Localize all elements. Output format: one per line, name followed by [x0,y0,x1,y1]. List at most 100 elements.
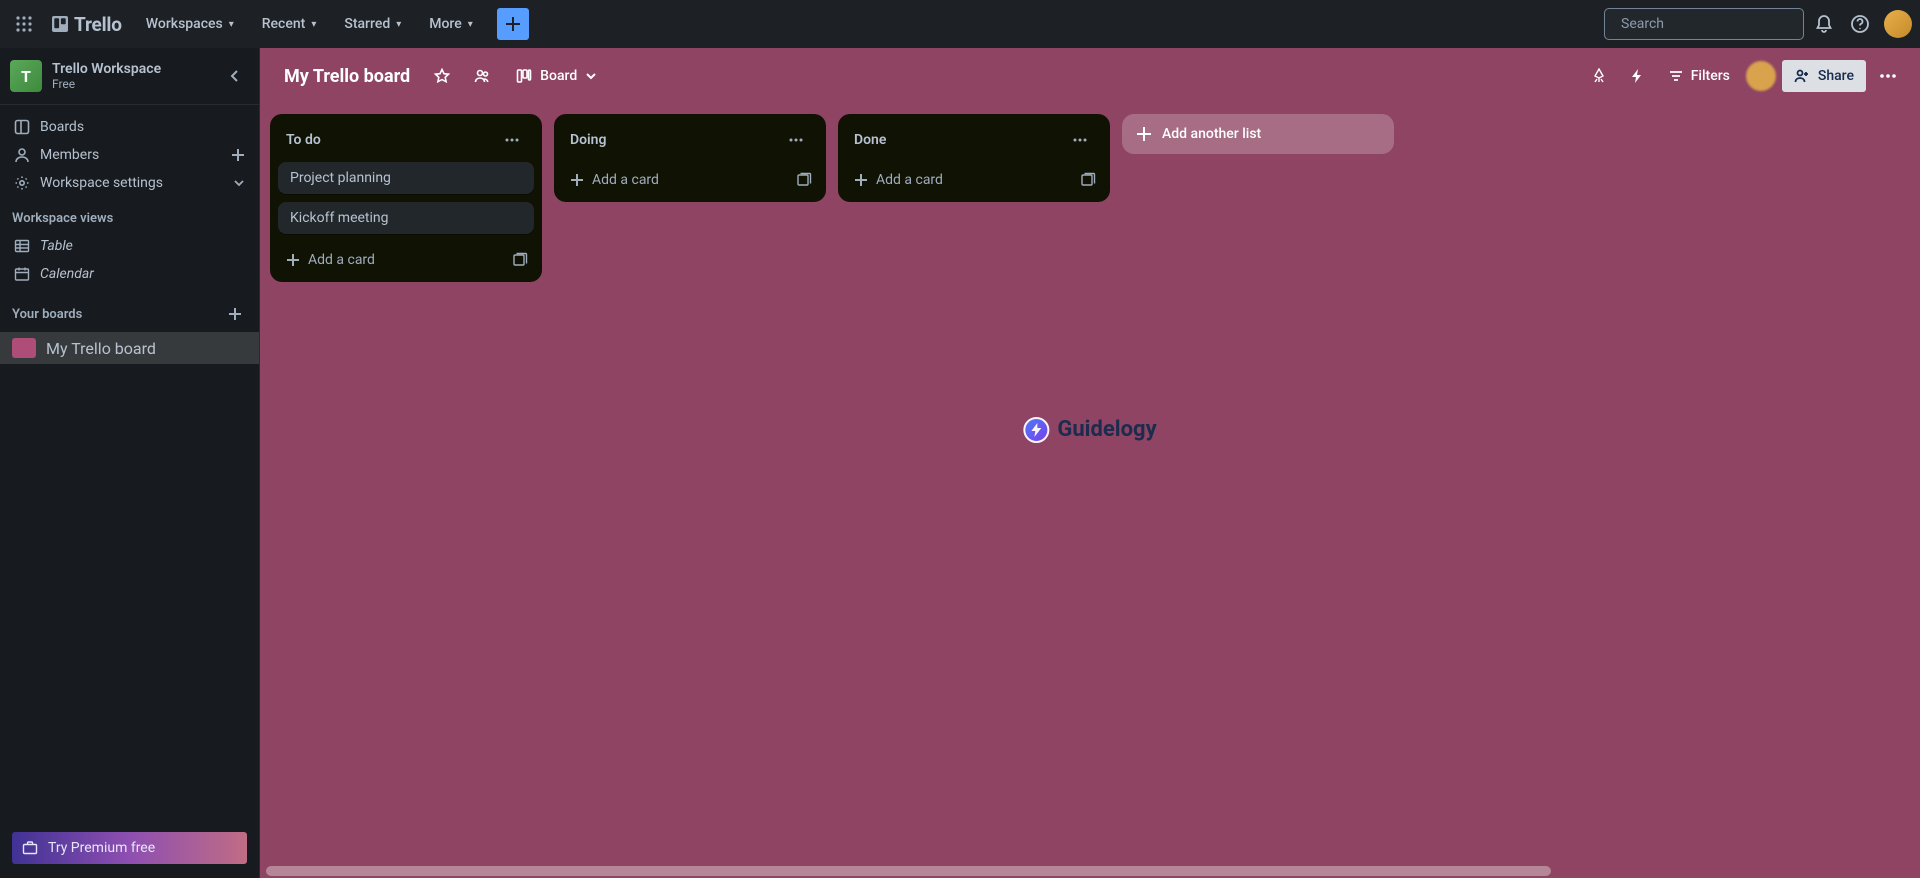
list-menu-button[interactable] [1066,126,1094,154]
settings-chevron [233,177,245,189]
lists-container[interactable]: To do Project planning Kickoff meeting A… [260,104,1920,878]
add-card-label: Add a card [876,172,943,188]
filters-label: Filters [1691,68,1730,84]
star-board-button[interactable] [426,60,458,92]
scrollbar-thumb[interactable] [266,866,1551,876]
premium-label: Try Premium free [48,840,155,856]
list-menu-button[interactable] [782,126,810,154]
add-card-row: Add a card [562,162,818,194]
add-card-button[interactable]: Add a card [278,246,502,274]
create-button[interactable] [497,8,529,40]
board-menu-button[interactable] [1872,60,1904,92]
user-plus-icon [1794,68,1810,84]
starred-menu[interactable]: Starred ▾ [332,8,413,40]
try-premium-button[interactable]: Try Premium free [12,832,247,864]
filters-button[interactable]: Filters [1659,60,1740,92]
dots-horizontal-icon [504,132,520,148]
plus-icon [570,173,584,187]
plus-icon [231,148,245,162]
card-template-button[interactable] [790,166,818,194]
add-card-label: Add a card [592,172,659,188]
board-title[interactable]: My Trello board [276,66,418,87]
dots-horizontal-icon [788,132,804,148]
view-label: Board [540,68,577,84]
share-button[interactable]: Share [1782,60,1866,92]
power-ups-button[interactable] [1583,60,1615,92]
sidebar-board-label: My Trello board [46,339,156,358]
template-icon [796,172,812,188]
trello-logo-text: Trello [74,13,122,36]
sidebar-item-boards[interactable]: Boards [2,113,257,141]
board-header: My Trello board Board [260,48,1920,104]
list-title[interactable]: To do [286,132,498,148]
workspaces-menu[interactable]: Workspaces ▾ [134,8,246,40]
add-list-column: Add another list [1122,114,1394,154]
sidebar-item-calendar[interactable]: Calendar [2,260,257,288]
calendar-icon [14,266,30,282]
collapse-sidebar-button[interactable] [221,62,249,90]
sidebar-board-item[interactable]: My Trello board [0,332,259,364]
plus-icon [505,16,521,32]
bell-icon [1814,14,1834,34]
template-icon [512,252,528,268]
card[interactable]: Kickoff meeting [278,202,534,234]
boards-icon [14,119,30,135]
rocket-icon [1591,68,1607,84]
automation-button[interactable] [1621,60,1653,92]
your-boards-heading: Your boards [0,288,259,332]
chevron-down-icon: ▾ [396,19,401,30]
chevron-down-icon [233,177,245,189]
list-menu-button[interactable] [498,126,526,154]
trello-logo-icon [52,16,68,32]
more-menu[interactable]: More ▾ [417,8,485,40]
plus-icon [286,253,300,267]
add-card-button[interactable]: Add a card [846,166,1070,194]
add-list-label: Add another list [1162,126,1261,142]
chevron-left-icon [227,68,243,84]
notifications-button[interactable] [1808,8,1840,40]
card-template-button[interactable] [1074,166,1102,194]
list-title[interactable]: Doing [570,132,782,148]
top-nav: Trello Workspaces ▾ Recent ▾ Starred ▾ M… [0,0,1920,48]
board-area: My Trello board Board [260,48,1920,878]
card[interactable]: Project planning [278,162,534,194]
add-list-button[interactable]: Add another list [1122,114,1394,154]
apps-grid-icon [16,16,32,32]
list: Doing Add a card [554,114,826,202]
template-icon [1080,172,1096,188]
starred-label: Starred [344,16,390,32]
workspaces-label: Workspaces [146,16,223,32]
add-board-button[interactable] [223,302,247,326]
horizontal-scrollbar[interactable] [260,864,1920,878]
recent-label: Recent [262,16,306,32]
search-input[interactable] [1621,16,1799,32]
workspace-text: Trello Workspace Free [52,61,161,91]
visibility-button[interactable] [466,60,498,92]
add-card-button[interactable]: Add a card [562,166,786,194]
card-template-button[interactable] [506,246,534,274]
sidebar-item-settings[interactable]: Workspace settings [2,169,257,197]
sidebar-item-label: Workspace settings [40,175,163,191]
add-member-button[interactable] [231,148,245,162]
list-title[interactable]: Done [854,132,1066,148]
table-icon [14,238,30,254]
trello-logo[interactable]: Trello [44,8,130,40]
sidebar-item-table[interactable]: Table [2,232,257,260]
sidebar-item-members[interactable]: Members [2,141,257,169]
search-box[interactable] [1604,8,1804,40]
recent-menu[interactable]: Recent ▾ [250,8,329,40]
view-switcher[interactable]: Board [506,60,607,92]
help-button[interactable] [1844,8,1876,40]
add-card-label: Add a card [308,252,375,268]
sidebar-item-label: Table [40,238,73,254]
workspace-avatar: T [10,60,42,92]
main-area: T Trello Workspace Free Boards Members [0,48,1920,878]
sidebar-item-label: Calendar [40,266,94,282]
account-avatar[interactable] [1884,10,1912,38]
board-member-avatar[interactable] [1746,61,1776,91]
chevron-down-icon [585,70,597,82]
dots-horizontal-icon [1878,66,1898,86]
board-view-icon [516,68,532,84]
add-card-row: Add a card [278,242,534,274]
apps-menu-button[interactable] [8,8,40,40]
